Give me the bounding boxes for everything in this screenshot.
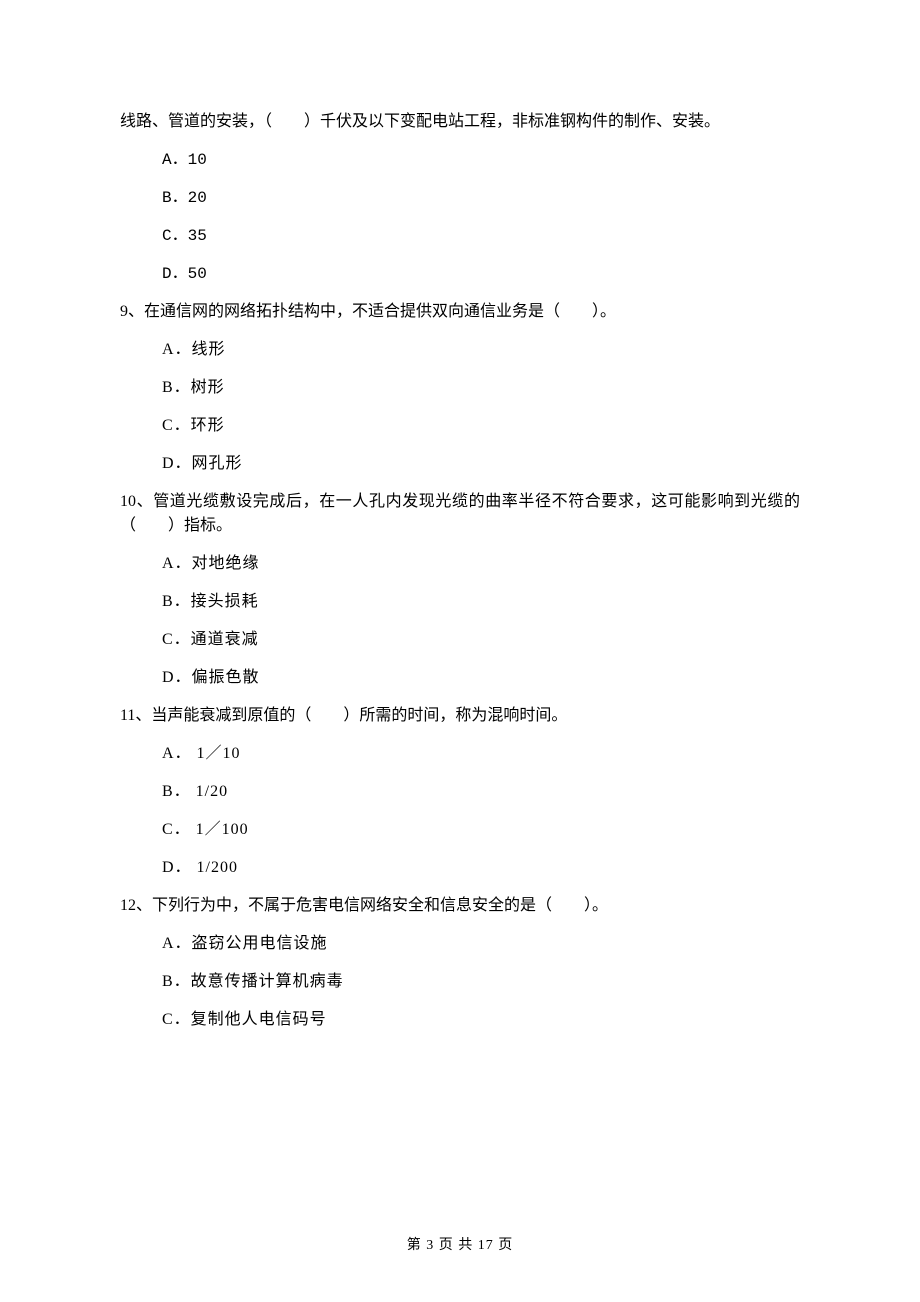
page-footer: 第 3 页 共 17 页 [0, 1235, 920, 1256]
question-10-option-b: B．接头损耗 [162, 590, 800, 614]
question-10-option-c: C．通道衰减 [162, 628, 800, 652]
question-12-option-a: A．盗窃公用电信设施 [162, 932, 800, 956]
question-11-option-c: C． 1／100 [162, 818, 800, 842]
question-11-option-d: D． 1/200 [162, 856, 800, 880]
question-9-option-a: A．线形 [162, 338, 800, 362]
question-11-stem: 11、当声能衰减到原值的（ ）所需的时间，称为混响时间。 [120, 704, 800, 728]
document-page: 线路、管道的安装，（ ）千伏及以下变配电站工程，非标准钢构件的制作、安装。 A．… [0, 0, 920, 1302]
question-8-option-b: B．20 [162, 186, 800, 210]
question-11-option-a: A． 1／10 [162, 742, 800, 766]
question-11-option-b: B． 1/20 [162, 780, 800, 804]
question-8-option-d: D．50 [162, 262, 800, 286]
question-12-option-c: C．复制他人电信码号 [162, 1008, 800, 1032]
question-8-option-a: A．10 [162, 148, 800, 172]
question-9-option-d: D．网孔形 [162, 452, 800, 476]
question-9-stem: 9、在通信网的网络拓扑结构中，不适合提供双向通信业务是（ ）。 [120, 300, 800, 324]
question-10-option-d: D．偏振色散 [162, 666, 800, 690]
question-9-option-c: C．环形 [162, 414, 800, 438]
question-8-stem: 线路、管道的安装，（ ）千伏及以下变配电站工程，非标准钢构件的制作、安装。 [120, 110, 800, 134]
question-8-option-c: C．35 [162, 224, 800, 248]
question-12-stem: 12、下列行为中，不属于危害电信网络安全和信息安全的是（ ）。 [120, 894, 800, 918]
question-10-option-a: A．对地绝缘 [162, 552, 800, 576]
question-12-option-b: B．故意传播计算机病毒 [162, 970, 800, 994]
question-9-option-b: B．树形 [162, 376, 800, 400]
question-10-stem: 10、管道光缆敷设完成后，在一人孔内发现光缆的曲率半径不符合要求，这可能影响到光… [120, 490, 800, 538]
